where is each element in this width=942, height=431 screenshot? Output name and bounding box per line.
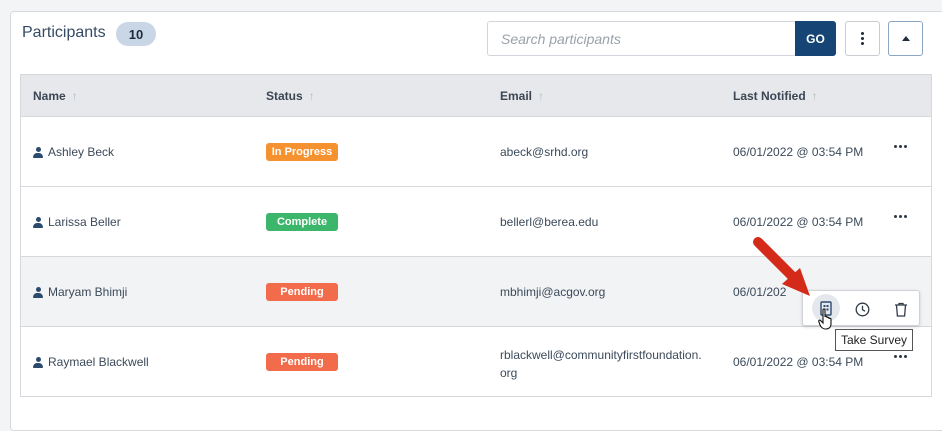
participant-name: Maryam Bhimji xyxy=(33,285,127,299)
user-icon xyxy=(33,286,43,298)
participant-email: abeck@srhd.org xyxy=(500,145,589,159)
panel-title: Participants xyxy=(22,24,106,41)
column-header-name[interactable]: Name ↑ xyxy=(33,89,78,103)
clock-icon xyxy=(855,302,869,316)
sort-arrow-icon: ↑ xyxy=(71,89,78,103)
sort-arrow-icon: ↑ xyxy=(308,89,315,103)
take-survey-tooltip: Take Survey xyxy=(835,329,913,351)
participant-name: Raymael Blackwell xyxy=(33,355,149,369)
last-notified: 06/01/2022 @ 03:54 PM xyxy=(733,215,864,229)
last-notified: 06/01/2022 @ 03:54 PM xyxy=(733,145,864,159)
ellipsis-horizontal-icon[interactable] xyxy=(894,355,907,358)
status-badge: Pending xyxy=(266,283,338,301)
sort-arrow-icon: ↑ xyxy=(811,89,818,103)
hand-pointer-icon xyxy=(818,308,832,330)
status-badge: Complete xyxy=(266,213,338,231)
table-header: Name ↑ Status ↑ Email ↑ Last Notified ↑ xyxy=(20,74,932,117)
table-row[interactable]: Ashley Beck In Progress abeck@srhd.org 0… xyxy=(20,117,932,187)
column-header-email[interactable]: Email ↑ xyxy=(500,89,544,103)
participant-name: Larissa Beller xyxy=(33,215,121,229)
status-badge: In Progress xyxy=(266,143,338,161)
table-row[interactable]: Raymael Blackwell Pending rblackwell@com… xyxy=(20,327,932,397)
participant-count-badge: 10 xyxy=(116,22,156,46)
column-header-last-notified[interactable]: Last Notified ↑ xyxy=(733,89,818,103)
go-button[interactable]: GO xyxy=(795,21,836,56)
delete-button[interactable] xyxy=(890,298,912,320)
status-badge: Pending xyxy=(266,353,338,371)
participant-email: bellerl@berea.edu xyxy=(500,215,599,229)
caret-up-icon xyxy=(901,36,910,41)
red-arrow-icon xyxy=(753,237,810,296)
kebab-vertical-icon xyxy=(861,32,864,45)
history-button[interactable] xyxy=(851,298,873,320)
participant-name: Ashley Beck xyxy=(33,145,114,159)
participant-email: mbhimji@acgov.org xyxy=(500,285,606,299)
sort-arrow-icon: ↑ xyxy=(538,89,545,103)
trash-icon xyxy=(895,302,907,317)
collapse-button[interactable] xyxy=(888,21,923,56)
user-icon xyxy=(33,216,43,228)
column-header-status[interactable]: Status ↑ xyxy=(266,89,315,103)
participant-email: rblackwell@communityfirstfoundation. org xyxy=(500,348,702,380)
last-notified: 06/01/2022 @ 03:54 PM xyxy=(733,355,864,369)
ellipsis-horizontal-icon[interactable] xyxy=(894,215,907,218)
search-input[interactable] xyxy=(487,21,796,56)
ellipsis-horizontal-icon[interactable] xyxy=(894,145,907,148)
user-icon xyxy=(33,146,43,158)
more-options-button[interactable] xyxy=(845,21,880,56)
user-icon xyxy=(33,356,43,368)
